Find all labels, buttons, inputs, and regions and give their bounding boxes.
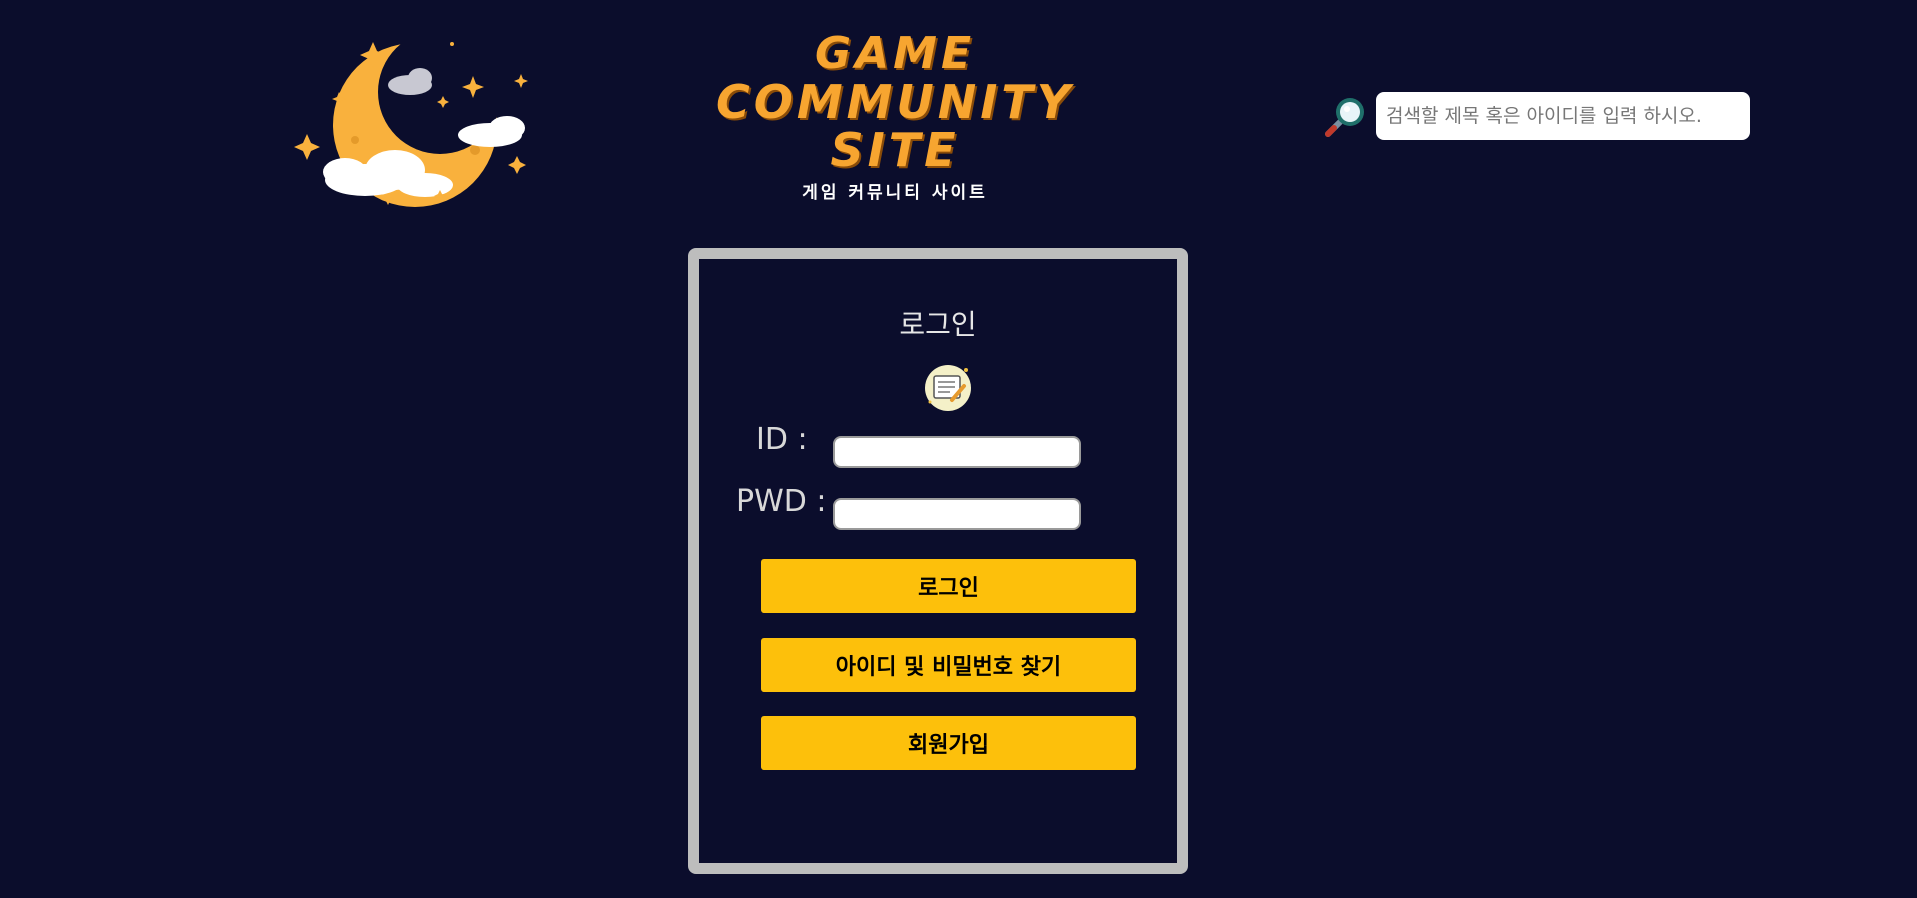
pwd-label: PWD : bbox=[736, 484, 827, 519]
site-logo: GAME COMMUNITY SITE 게임 커뮤니티 사이트 bbox=[715, 30, 1075, 220]
logo-title-line-1: GAME bbox=[814, 28, 975, 79]
signup-button[interactable]: 회원가입 bbox=[761, 716, 1136, 770]
login-panel: 로그인 ID : PWD : 로그인 아이디 및 비밀번호 찾기 회원가입 bbox=[688, 248, 1188, 874]
id-label: ID : bbox=[756, 422, 808, 457]
logo-subtitle: 게임 커뮤니티 사이트 bbox=[802, 183, 988, 203]
moon-logo-icon bbox=[285, 30, 545, 210]
logo-title-line-2: COMMUNITY bbox=[715, 75, 1075, 129]
find-account-button[interactable]: 아이디 및 비밀번호 찾기 bbox=[761, 638, 1136, 692]
login-button[interactable]: 로그인 bbox=[761, 559, 1136, 613]
logo-title-line-3: SITE bbox=[830, 123, 960, 177]
memo-pencil-icon bbox=[922, 362, 974, 414]
magnifier-icon[interactable] bbox=[1320, 92, 1370, 142]
pwd-input[interactable] bbox=[833, 498, 1081, 530]
search-input[interactable] bbox=[1376, 92, 1750, 140]
login-title: 로그인 bbox=[899, 308, 977, 341]
id-input[interactable] bbox=[833, 436, 1081, 468]
